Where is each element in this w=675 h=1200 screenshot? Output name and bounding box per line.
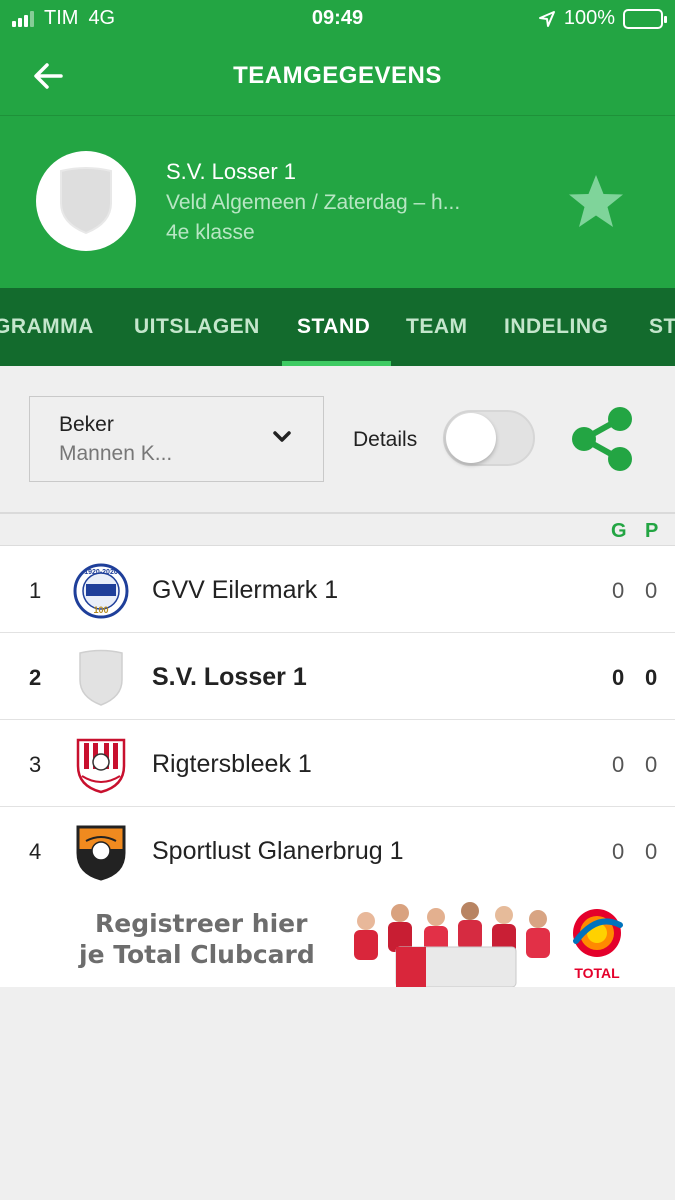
competition-select-value: Mannen K... <box>59 442 173 465</box>
ad-brand-label: TOTAL <box>574 965 620 981</box>
row-position: 1 <box>29 578 42 603</box>
row-g-value: 0 <box>612 752 625 777</box>
ad-headline-line1: Registreer hier <box>95 909 308 938</box>
share-icon <box>572 407 632 471</box>
team-competition: Veld Algemeen / Zaterdag – h... <box>166 191 461 214</box>
team-crest-avatar <box>36 151 136 251</box>
row-team-name: Sportlust Glanerbrug 1 <box>152 837 404 865</box>
standings-row[interactable]: 3 Rigtersbleek 1 0 0 <box>0 720 675 807</box>
battery-icon <box>623 8 667 29</box>
row-team-name: GVV Eilermark 1 <box>152 576 339 604</box>
standings-table: 1 1920-2020 100 GVV Eilermark 1 0 0 2 S.… <box>0 546 675 894</box>
chevron-down-icon <box>273 431 291 442</box>
tab-indeling[interactable]: INDELING <box>504 315 608 339</box>
share-button[interactable] <box>568 406 638 472</box>
total-logo-icon: TOTAL <box>566 903 628 983</box>
row-position: 3 <box>29 752 42 777</box>
club-logo-icon: 1920-2020 100 <box>72 562 130 620</box>
row-g-value: 0 <box>612 839 625 864</box>
club-logo-icon <box>72 823 130 881</box>
tab-programma[interactable]: GRAMMA <box>0 315 94 339</box>
location-arrow-icon <box>538 10 555 27</box>
row-team-name: S.V. Losser 1 <box>152 663 307 691</box>
column-header-p: P <box>645 520 659 542</box>
team-header: S.V. Losser 1 Veld Algemeen / Zaterdag –… <box>0 116 675 288</box>
row-team-name: Rigtersbleek 1 <box>152 750 312 778</box>
svg-text:100: 100 <box>93 605 108 615</box>
club-logo-icon <box>72 736 130 794</box>
star-icon <box>569 175 623 227</box>
standings-header: G P <box>0 514 675 546</box>
favorite-button[interactable] <box>564 172 628 232</box>
filter-row: Beker Mannen K... Details <box>0 366 675 514</box>
column-header-g: G <box>611 520 627 542</box>
tab-team[interactable]: TEAM <box>406 315 468 339</box>
ad-photo-image <box>338 895 568 987</box>
status-bar: TIM 4G 09:49 100% <box>0 0 675 36</box>
tab-bar: GRAMMA UITSLAGEN STAND TEAM INDELING ST <box>0 288 675 366</box>
tab-stand[interactable]: STAND <box>297 315 370 339</box>
empty-area <box>0 987 675 1200</box>
shield-placeholder-icon <box>72 649 130 707</box>
row-p-value: 0 <box>645 839 658 864</box>
competition-select[interactable]: Beker Mannen K... <box>29 396 324 482</box>
standings-row-own-team[interactable]: 2 S.V. Losser 1 0 0 <box>0 633 675 720</box>
page-title: TEAMGEGEVENS <box>233 62 442 89</box>
details-label: Details <box>353 428 418 451</box>
competition-select-title: Beker <box>59 413 114 436</box>
team-class: 4e klasse <box>166 221 255 244</box>
row-g-value: 0 <box>612 578 625 603</box>
status-bar-right: 100% <box>538 7 667 30</box>
tab-uitslagen[interactable]: UITSLAGEN <box>134 315 260 339</box>
toggle-knob <box>446 413 496 463</box>
row-p-value: 0 <box>645 752 658 777</box>
navigation-bar: TEAMGEGEVENS <box>0 36 675 116</box>
tab-statistieken[interactable]: ST <box>649 315 675 339</box>
row-position: 2 <box>29 665 42 690</box>
row-g-value: 0 <box>612 665 625 690</box>
svg-text:1920-2020: 1920-2020 <box>84 569 118 576</box>
team-name: S.V. Losser 1 <box>166 159 297 184</box>
details-toggle[interactable] <box>443 410 535 466</box>
standings-row[interactable]: 4 Sportlust Glanerbrug 1 0 0 <box>0 807 675 894</box>
row-p-value: 0 <box>645 578 658 603</box>
shield-placeholder-icon <box>60 167 112 235</box>
row-p-value: 0 <box>645 665 658 690</box>
standings-row[interactable]: 1 1920-2020 100 GVV Eilermark 1 0 0 <box>0 546 675 633</box>
ad-banner[interactable]: Registreer hier je Total Clubcard TOTAL <box>0 893 675 987</box>
ad-headline-line2: je Total Clubcard <box>79 940 315 969</box>
battery-percentage: 100% <box>563 7 615 29</box>
row-position: 4 <box>29 839 42 864</box>
